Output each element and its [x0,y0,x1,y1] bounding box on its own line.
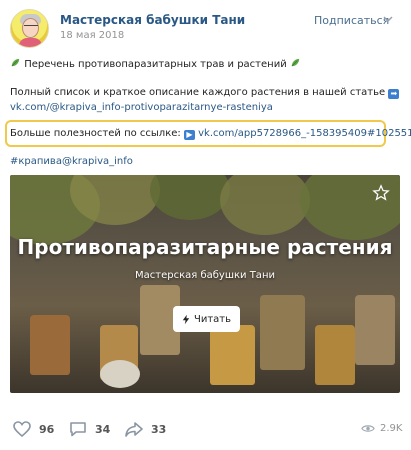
jar [315,325,355,385]
more-text: Больше полезностей по ссылке: [10,128,181,139]
author-name[interactable]: Мастерская бабушки Тани [60,13,245,27]
arrow-right-icon: ➡ [388,89,400,99]
comments-count: 34 [95,422,111,436]
post-line-1: Перечень противопаразитарных трав и раст… [10,57,301,70]
views-counter: 2.9K [361,423,402,434]
star-icon[interactable] [372,184,390,202]
shares-count: 33 [151,422,167,436]
avatar-dress [19,38,42,47]
share-icon [125,422,143,437]
heart-icon [13,421,31,438]
chevron-down-icon[interactable] [381,12,395,26]
herb-bundle [220,175,310,235]
herb-bundle [150,175,230,220]
jar [30,315,70,375]
post-line-5: #крапива@krapiva_info [10,156,133,167]
post-title-text: Перечень противопаразитарных трав и раст… [24,59,287,70]
card-title: Противопаразитарные растения [17,235,393,259]
share-button[interactable]: 33 [124,420,166,438]
views-count: 2.9K [380,423,403,434]
jar [260,295,305,370]
post-description-text: Полный список и краткое описание каждого… [10,87,386,98]
article-card[interactable]: Противопаразитарные растения Мастерская … [10,175,400,393]
post-line-2: Полный список и краткое описание каждого… [10,87,400,99]
hashtag-link[interactable]: #крапива@krapiva_info [10,156,133,167]
herb-emoji-icon [11,58,20,67]
subscribe-button[interactable]: Подписаться [314,14,389,27]
play-arrow-icon: ▶ [183,130,195,140]
avatar-glasses [24,25,38,29]
article-link[interactable]: vk.com/@krapiva_info-protivoparazitarnye… [10,102,273,113]
read-button[interactable]: Читать [173,306,240,332]
jar [210,325,255,385]
lightning-icon [182,314,190,324]
comment-button[interactable]: 34 [68,420,110,438]
card-subtitle: Мастерская бабушки Тани [135,270,275,281]
comment-icon [70,422,86,437]
jar [355,295,395,365]
post-line-3: vk.com/@krapiva_info-protivoparazitarnye… [10,102,273,113]
like-button[interactable]: 96 [12,420,54,438]
app-link[interactable]: vk.com/app5728966_-158395409#102551 [198,128,411,139]
eye-icon [361,425,375,432]
avatar[interactable] [10,9,49,48]
likes-count: 96 [39,422,55,436]
herb-emoji-icon [291,58,300,67]
read-label: Читать [193,313,232,325]
post-line-4: Больше полезностей по ссылке: ▶ vk.com/a… [10,128,411,140]
garlic [100,360,140,388]
post-date[interactable]: 18 мая 2018 [60,30,124,41]
